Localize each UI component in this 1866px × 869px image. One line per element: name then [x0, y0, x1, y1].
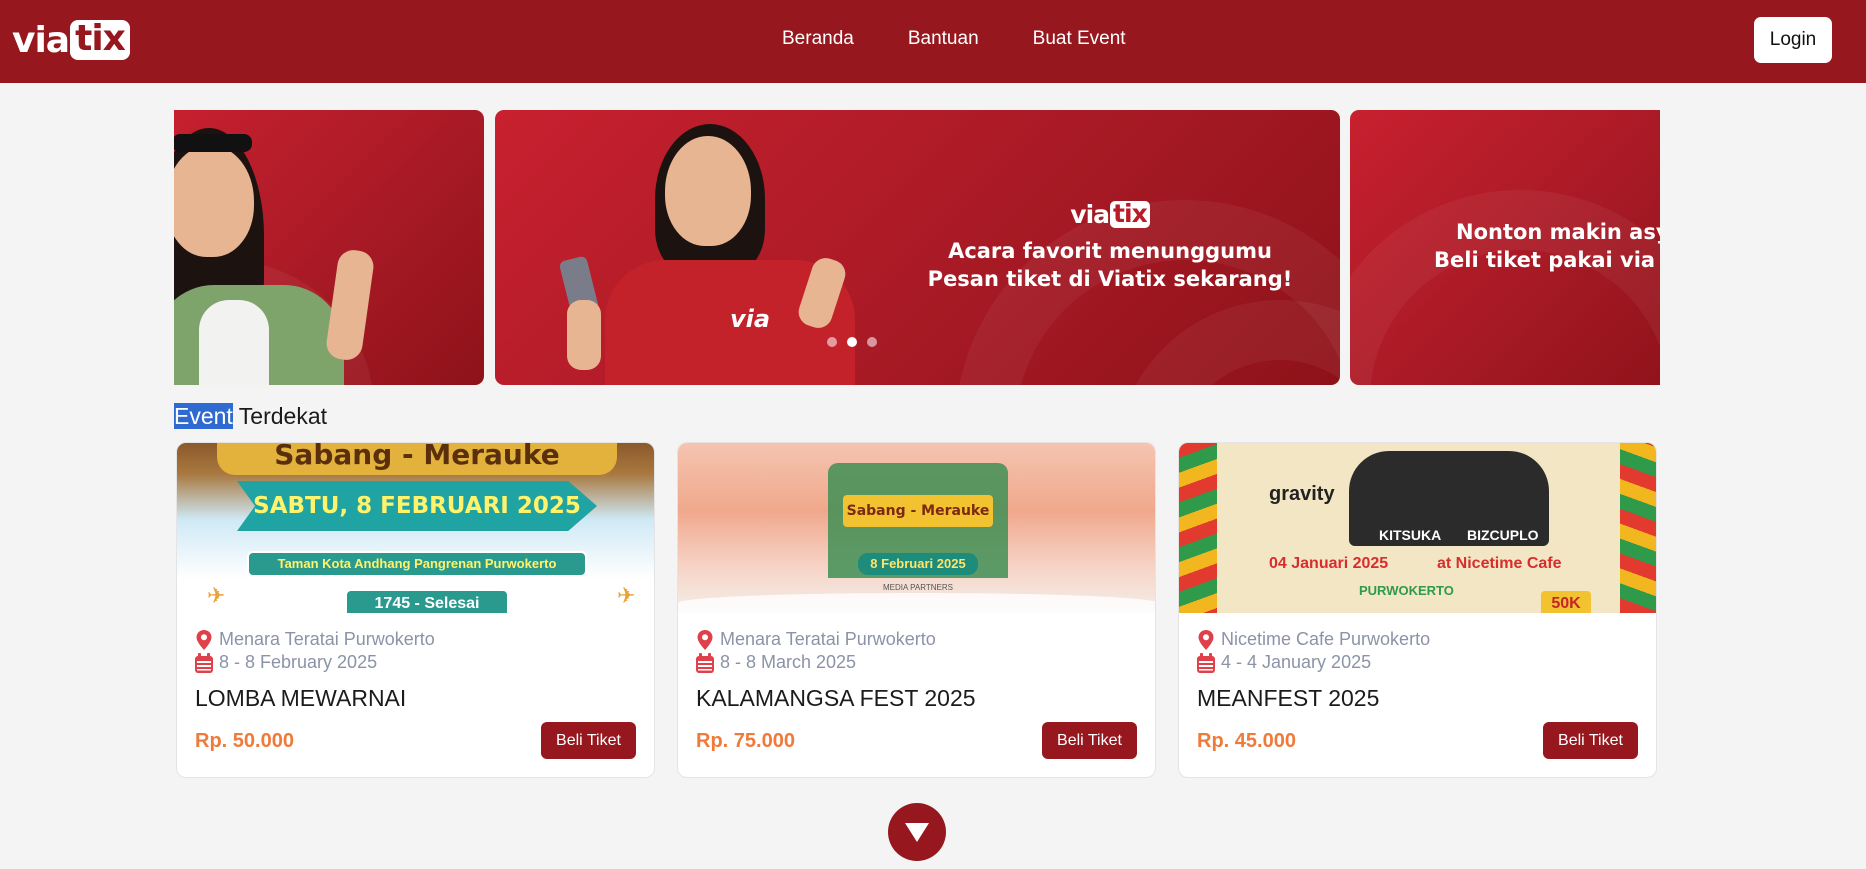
poster-date: 04 Januari 2025 — [1269, 555, 1389, 572]
event-info: Menara Teratai Purwokerto 8 - 8 March 20… — [696, 628, 1136, 712]
navbar: via tix Beranda Bantuan Buat Event Login — [0, 0, 1866, 83]
section-title: Event Terdekat — [174, 402, 327, 430]
nav-buat-event[interactable]: Buat Event — [1033, 27, 1126, 51]
poster-border-left — [1179, 443, 1217, 613]
event-price: Rp. 45.000 — [1197, 730, 1296, 752]
chevron-down-icon — [905, 823, 929, 842]
model-image: via — [555, 110, 855, 385]
event-poster[interactable]: Sabang - Merauke 8 Februari 2025 MEDIA P… — [678, 443, 1155, 613]
plane-icon: ✈ — [207, 583, 226, 608]
event-title[interactable]: LOMBA MEWARNAI — [195, 684, 635, 712]
nav-bantuan[interactable]: Bantuan — [908, 27, 979, 51]
calendar-icon — [195, 652, 213, 673]
section-title-rest: Terdekat — [232, 403, 328, 429]
event-footer: Rp. 50.000 Beli Tiket — [195, 722, 636, 759]
poster-venue: at Nicetime Cafe — [1437, 555, 1562, 572]
nav-beranda[interactable]: Beranda — [782, 27, 854, 51]
login-button[interactable]: Login — [1754, 17, 1832, 63]
poster-band2: BIZCUPLO — [1467, 527, 1539, 543]
buy-ticket-button[interactable]: Beli Tiket — [1543, 722, 1638, 759]
event-poster[interactable]: Sabang - Merauke SABTU, 8 FEBRUARI 2025 … — [177, 443, 654, 613]
scroll-down-button[interactable] — [888, 803, 946, 861]
calendar-icon — [696, 652, 714, 673]
section-title-highlight: Event — [174, 403, 233, 429]
event-location: Menara Teratai Purwokerto — [696, 628, 1136, 651]
logo-via: via — [12, 19, 70, 61]
event-location-text: Nicetime Cafe Purwokerto — [1221, 629, 1431, 649]
poster-band1: KITSUKA — [1379, 527, 1442, 543]
event-location: Menara Teratai Purwokerto — [195, 628, 635, 651]
event-date-text: 8 - 8 February 2025 — [219, 652, 378, 672]
banner-copy: via tix Acara favorit menunggumu Pesan ti… — [910, 200, 1310, 293]
event-location-text: Menara Teratai Purwokerto — [219, 629, 435, 649]
banner-next-line-1: Nonton makin asy — [1456, 220, 1660, 244]
carousel-dot-1[interactable] — [827, 337, 837, 347]
buy-ticket-button[interactable]: Beli Tiket — [1042, 722, 1137, 759]
poster-footer: MEDIA PARTNERS — [883, 583, 953, 592]
poster-city: PURWOKERTO — [1359, 583, 1454, 598]
banner-line-1: Acara favorit menunggumu — [948, 239, 1272, 263]
banner-logo: via tix — [1070, 200, 1150, 229]
nav-links: Beranda Bantuan Buat Event — [782, 27, 1126, 51]
banner-carousel[interactable]: via via tix Acara favorit menunggumu Pesa… — [174, 110, 1660, 385]
poster-title: Sabang - Merauke — [843, 495, 993, 527]
event-card[interactable]: Sabang - Merauke SABTU, 8 FEBRUARI 2025 … — [176, 442, 655, 778]
event-date: 8 - 8 February 2025 — [195, 651, 635, 674]
event-title[interactable]: KALAMANGSA FEST 2025 — [696, 684, 1136, 712]
event-footer: Rp. 45.000 Beli Tiket — [1197, 722, 1638, 759]
banner-slide-prev[interactable] — [174, 110, 484, 385]
poster-date: SABTU, 8 FEBRUARI 2025 — [237, 481, 597, 531]
event-title[interactable]: MEANFEST 2025 — [1197, 684, 1637, 712]
location-pin-icon — [1198, 629, 1214, 650]
event-price: Rp. 50.000 — [195, 730, 294, 752]
location-pin-icon — [697, 629, 713, 650]
logo-tix: tix — [70, 20, 130, 60]
model-image — [174, 110, 394, 385]
event-date-text: 4 - 4 January 2025 — [1221, 652, 1372, 672]
carousel-dot-3[interactable] — [867, 337, 877, 347]
shirt-text: via — [730, 305, 771, 333]
poster-price: 50K — [1541, 591, 1591, 613]
location-pin-icon — [196, 629, 212, 650]
banner-next-line-2: Beli tiket pakai via — [1434, 248, 1656, 272]
event-poster[interactable]: gravity KITSUKA BIZCUPLO 04 Januari 2025… — [1179, 443, 1656, 613]
event-info: Menara Teratai Purwokerto 8 - 8 February… — [195, 628, 635, 712]
event-date-text: 8 - 8 March 2025 — [720, 652, 857, 672]
poster-venue: Taman Kota Andhang Pangrenan Purwokerto — [247, 551, 587, 577]
poster-brand: gravity — [1269, 483, 1335, 505]
banner-slide-next[interactable]: Nonton makin asy Beli tiket pakai via — [1350, 110, 1660, 385]
event-price: Rp. 75.000 — [696, 730, 795, 752]
event-location-text: Menara Teratai Purwokerto — [720, 629, 936, 649]
banner-slide-active[interactable]: via via tix Acara favorit menunggumu Pesa… — [495, 110, 1340, 385]
event-card[interactable]: gravity KITSUKA BIZCUPLO 04 Januari 2025… — [1178, 442, 1657, 778]
poster-header: Sabang - Merauke — [217, 443, 617, 475]
poster-border-right — [1620, 443, 1656, 613]
event-location: Nicetime Cafe Purwokerto — [1197, 628, 1637, 651]
event-card[interactable]: Sabang - Merauke 8 Februari 2025 MEDIA P… — [677, 442, 1156, 778]
viatix-logo[interactable]: via tix — [12, 19, 130, 61]
poster-date: 8 Februari 2025 — [858, 553, 978, 575]
banner-line-2: Pesan tiket di Viatix sekarang! — [927, 267, 1293, 291]
poster-time: 1745 - Selesai — [347, 591, 507, 613]
event-info: Nicetime Cafe Purwokerto 4 - 4 January 2… — [1197, 628, 1637, 712]
carousel-dots — [827, 337, 877, 347]
buy-ticket-button[interactable]: Beli Tiket — [541, 722, 636, 759]
carousel-dot-2[interactable] — [847, 337, 857, 347]
calendar-icon — [1197, 652, 1215, 673]
event-footer: Rp. 75.000 Beli Tiket — [696, 722, 1137, 759]
plane-icon: ✈ — [617, 583, 636, 608]
banner-copy-next: Nonton makin asy Beli tiket pakai via — [1434, 218, 1660, 274]
event-date: 4 - 4 January 2025 — [1197, 651, 1637, 674]
event-date: 8 - 8 March 2025 — [696, 651, 1136, 674]
